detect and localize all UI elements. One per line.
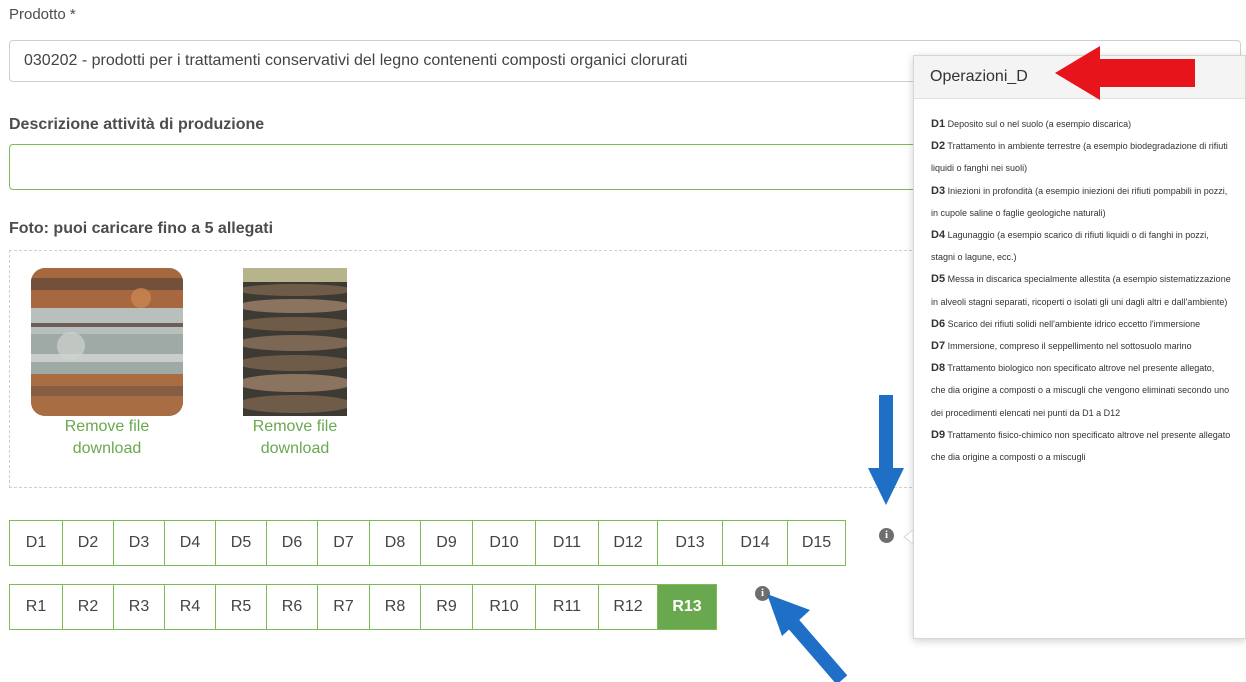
popover-entry-text: Immersione, compreso il seppellimento ne… (947, 341, 1192, 352)
popover-entry: D5 Messa in discarica specialmente alles… (931, 268, 1231, 312)
popover-entry: D7 Immersione, compreso il seppellimento… (931, 335, 1231, 357)
popover-entry: D2 Trattamento in ambiente terrestre (a … (931, 135, 1231, 179)
download-link-1[interactable]: download (31, 438, 183, 460)
code-button-d14[interactable]: D14 (722, 521, 787, 565)
popover-entry-code: D2 (931, 140, 946, 153)
popover-entry-text: Messa in discarica specialmente allestit… (931, 274, 1231, 307)
code-button-d6[interactable]: D6 (266, 521, 317, 565)
code-button-d13[interactable]: D13 (657, 521, 722, 565)
popover-entry-text: Iniezioni in profondità (a esempio iniez… (931, 185, 1228, 218)
code-button-d1[interactable]: D1 (10, 521, 62, 565)
popover-entry-text: Trattamento in ambiente terrestre (a ese… (931, 141, 1228, 174)
code-button-r5[interactable]: R5 (215, 585, 266, 629)
popover-entry-text: Trattamento biologico non specificato al… (931, 363, 1230, 418)
popover-entry-text: Deposito sul o nel suolo (a esempio disc… (947, 119, 1132, 129)
code-button-r11[interactable]: R11 (535, 585, 598, 629)
info-icon-r[interactable]: i (755, 586, 770, 601)
popover-entry: D8 Trattamento biologico non specificato… (931, 357, 1231, 424)
popover-entry-code: D7 (931, 340, 946, 353)
code-button-r12[interactable]: R12 (598, 585, 657, 629)
photo-thumbnail-2: Remove file download (243, 268, 347, 460)
code-button-d15[interactable]: D15 (787, 521, 845, 565)
remove-file-link-1[interactable]: Remove file (31, 416, 183, 438)
popover-entry: D9 Trattamento fisico-chimico non specif… (931, 424, 1231, 468)
popover-entry-code: D8 (931, 362, 946, 375)
popover-entry-code: D4 (931, 229, 946, 242)
popover-body: D1 Deposito sul o nel suolo (a esempio d… (914, 99, 1245, 468)
popover-entry-code: D1 (931, 118, 946, 130)
code-button-r2[interactable]: R2 (62, 585, 113, 629)
download-link-2[interactable]: download (210, 438, 380, 460)
code-button-r6[interactable]: R6 (266, 585, 317, 629)
popover-entry: D4 Lagunaggio (a esempio scarico di rifi… (931, 224, 1231, 268)
popover-entry-text: Lagunaggio (a esempio scarico di rifiuti… (931, 230, 1209, 263)
popover-entry: D1 Deposito sul o nel suolo (a esempio d… (931, 113, 1231, 135)
code-button-d4[interactable]: D4 (164, 521, 215, 565)
code-button-r10[interactable]: R10 (472, 585, 535, 629)
blue-arrow-diagonal-icon (767, 594, 848, 682)
operations-popover: Operazioni_D D1 Deposito sul o nel suolo… (913, 55, 1246, 639)
code-button-d2[interactable]: D2 (62, 521, 113, 565)
info-icon-d[interactable]: i (879, 528, 894, 543)
code-button-d11[interactable]: D11 (535, 521, 598, 565)
code-button-d5[interactable]: D5 (215, 521, 266, 565)
code-button-r1[interactable]: R1 (10, 585, 62, 629)
photo-image-2 (243, 268, 347, 416)
photos-label: Foto: puoi caricare fino a 5 allegati (9, 220, 274, 237)
popover-entry: D3 Iniezioni in profondità (a esempio in… (931, 180, 1231, 224)
popover-entry: D6 Scarico dei rifiuti solidi nell'ambie… (931, 313, 1231, 335)
popover-entry-code: D6 (931, 317, 946, 330)
code-button-r9[interactable]: R9 (420, 585, 472, 629)
popover-entry-text: Trattamento fisico-chimico non specifica… (931, 429, 1231, 463)
d-codes-group: D1 D2 D3 D4 D5 D6 D7 D8 D9 D10 D11 D12 D13 D14 D15 (9, 520, 846, 566)
product-label: Prodotto * (9, 6, 76, 23)
code-button-d10[interactable]: D10 (472, 521, 535, 565)
code-button-d8[interactable]: D8 (369, 521, 420, 565)
description-label: Descrizione attività di produzione (9, 116, 265, 133)
code-button-r4[interactable]: R4 (164, 585, 215, 629)
popover-entry-code: D9 (931, 428, 946, 441)
popover-entry-code: D3 (931, 184, 946, 197)
code-button-d12[interactable]: D12 (598, 521, 657, 565)
code-button-d3[interactable]: D3 (113, 521, 164, 565)
r-codes-group: R1 R2 R3 R4 R5 R6 R7 R8 R9 R10 R11 R12 R13 (9, 584, 717, 630)
code-button-r3[interactable]: R3 (113, 585, 164, 629)
code-button-d7[interactable]: D7 (317, 521, 369, 565)
code-button-r8[interactable]: R8 (369, 585, 420, 629)
remove-file-link-2[interactable]: Remove file (210, 416, 380, 438)
code-button-r7[interactable]: R7 (317, 585, 369, 629)
popover-entry-code: D5 (931, 273, 946, 286)
code-button-r13[interactable]: R13 (657, 585, 716, 629)
code-button-d9[interactable]: D9 (420, 521, 472, 565)
popover-entry-text: Scarico dei rifiuti solidi nell'ambiente… (947, 318, 1201, 329)
photo-image-1 (31, 268, 183, 416)
photo-thumbnail-1: Remove file download (31, 268, 183, 460)
popover-title: Operazioni_D (914, 56, 1245, 99)
